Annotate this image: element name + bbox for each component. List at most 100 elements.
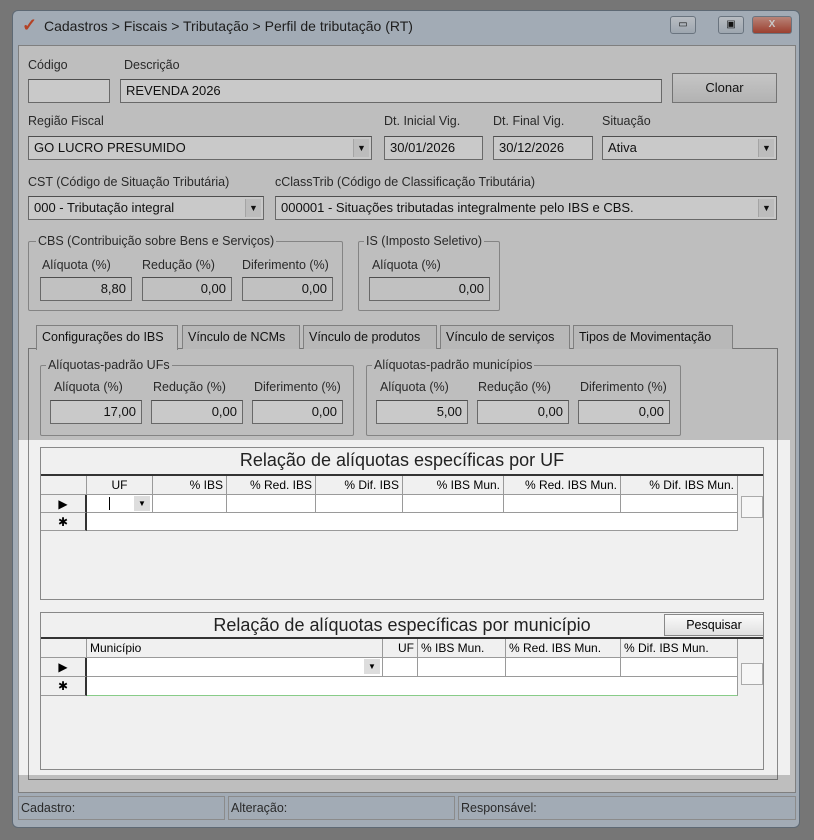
grid-cell[interactable] <box>227 495 316 513</box>
situacao-select[interactable]: Ativa ▼ <box>602 136 777 160</box>
new-row-marker[interactable]: ✱ <box>41 513 87 531</box>
chevron-down-icon[interactable]: ▼ <box>758 139 774 157</box>
grid-cell[interactable] <box>316 495 403 513</box>
new-row[interactable] <box>87 513 738 531</box>
cbs-aliquota-label: Alíquota (%) <box>42 258 111 272</box>
uf-cell-editing[interactable]: ▼ <box>87 495 153 513</box>
tab-vinculo-produtos[interactable]: Vínculo de produtos <box>303 325 437 349</box>
grid-cell[interactable] <box>504 495 621 513</box>
dt-inicial-input[interactable]: 30/01/2026 <box>384 136 483 160</box>
cbs-reducao-input[interactable]: 0,00 <box>142 277 232 301</box>
new-row-marker[interactable]: ✱ <box>41 677 87 696</box>
status-cadastro: Cadastro: <box>18 796 225 820</box>
cclass-label: cClassTrib (Código de Classificação Trib… <box>275 175 536 189</box>
status-responsavel: Responsável: <box>458 796 796 820</box>
dt-final-input[interactable]: 30/12/2026 <box>493 136 593 160</box>
is-aliquota-input[interactable]: 0,00 <box>369 277 490 301</box>
col-red-ibs-mun[interactable]: % Red. IBS Mun. <box>504 476 621 495</box>
pesquisar-button[interactable]: Pesquisar <box>664 614 764 636</box>
tab-tipos-movimentacao[interactable]: Tipos de Movimentação <box>573 325 733 349</box>
mun-diferimento-input[interactable]: 0,00 <box>578 400 670 424</box>
mun-diferimento-label: Diferimento (%) <box>580 380 667 394</box>
col-dif-ibs-mun[interactable]: % Dif. IBS Mun. <box>621 639 738 658</box>
col-ibs-mun[interactable]: % IBS Mun. <box>403 476 504 495</box>
chevron-down-icon[interactable]: ▼ <box>245 199 261 217</box>
grid-cell[interactable] <box>621 495 738 513</box>
ufs-diferimento-input[interactable]: 0,00 <box>252 400 343 424</box>
chevron-down-icon[interactable]: ▼ <box>134 496 150 511</box>
status-alteracao: Alteração: <box>228 796 455 820</box>
descricao-input[interactable]: REVENDA 2026 <box>120 79 662 103</box>
chevron-down-icon[interactable]: ▼ <box>364 659 380 674</box>
ufs-aliquota-label: Alíquota (%) <box>54 380 123 394</box>
dt-inicial-label: Dt. Inicial Vig. <box>384 114 461 128</box>
is-aliquota-label: Alíquota (%) <box>372 258 441 272</box>
row-header-corner <box>41 476 87 495</box>
tab-vinculo-servicos[interactable]: Vínculo de serviços <box>440 325 570 349</box>
ufs-aliquota-input[interactable]: 17,00 <box>50 400 142 424</box>
situacao-value: Ativa <box>608 140 637 155</box>
ufs-diferimento-label: Diferimento (%) <box>254 380 341 394</box>
municipio-grid-title: Relação de alíquotas específicas por mun… <box>41 615 763 639</box>
regiao-value: GO LUCRO PRESUMIDO <box>34 140 186 155</box>
col-ibs[interactable]: % IBS <box>153 476 227 495</box>
clonar-button[interactable]: Clonar <box>672 73 777 103</box>
cst-select[interactable]: 000 - Tributação integral ▼ <box>28 196 264 220</box>
mun-aliquota-input[interactable]: 5,00 <box>376 400 468 424</box>
current-row-marker[interactable]: ▶ <box>41 658 87 677</box>
col-red-ibs[interactable]: % Red. IBS <box>227 476 316 495</box>
regiao-label: Região Fiscal <box>28 114 104 128</box>
municipio-cell[interactable]: ▼ <box>87 658 383 677</box>
cclass-select[interactable]: 000001 - Situações tributadas integralme… <box>275 196 777 220</box>
scrollbar-thumb[interactable] <box>741 663 763 685</box>
window-title: Cadastros > Fiscais > Tributação > Perfi… <box>44 18 413 34</box>
col-uf[interactable]: UF <box>87 476 153 495</box>
chevron-down-icon[interactable]: ▼ <box>758 199 774 217</box>
text-cursor <box>109 497 110 510</box>
mun-reducao-label: Redução (%) <box>478 380 551 394</box>
scrollbar-thumb[interactable] <box>741 496 763 518</box>
codigo-label: Código <box>28 58 68 72</box>
col-dif-ibs-mun[interactable]: % Dif. IBS Mun. <box>621 476 738 495</box>
minimize-button[interactable]: ▭ <box>670 16 696 34</box>
descricao-label: Descrição <box>124 58 180 72</box>
app-logo-icon: ✓ <box>22 15 38 35</box>
cbs-reducao-label: Redução (%) <box>142 258 215 272</box>
cst-value: 000 - Tributação integral <box>34 200 175 215</box>
cclass-value: 000001 - Situações tributadas integralme… <box>281 200 634 215</box>
cbs-aliquota-input[interactable]: 8,80 <box>40 277 132 301</box>
cst-label: CST (Código de Situação Tributária) <box>28 175 230 189</box>
current-row-marker[interactable]: ▶ <box>41 495 87 513</box>
mun-aliquota-label: Alíquota (%) <box>380 380 449 394</box>
close-button[interactable]: X <box>752 16 792 34</box>
dt-final-label: Dt. Final Vig. <box>493 114 565 128</box>
uf-grid: Relação de alíquotas específicas por UF … <box>40 447 764 600</box>
new-row[interactable] <box>87 677 738 696</box>
codigo-input[interactable] <box>28 79 110 103</box>
grid-cell[interactable] <box>383 658 418 677</box>
ufs-reducao-label: Redução (%) <box>153 380 226 394</box>
situacao-label: Situação <box>602 114 651 128</box>
mun-reducao-input[interactable]: 0,00 <box>477 400 569 424</box>
regiao-select[interactable]: GO LUCRO PRESUMIDO ▼ <box>28 136 372 160</box>
col-municipio[interactable]: Município <box>87 639 383 658</box>
grid-cell[interactable] <box>621 658 738 677</box>
col-uf[interactable]: UF <box>383 639 418 658</box>
tab-vinculo-ncms[interactable]: Vínculo de NCMs <box>182 325 300 349</box>
uf-grid-title: Relação de alíquotas específicas por UF <box>41 450 763 476</box>
row-header-corner <box>41 639 87 658</box>
ufs-reducao-input[interactable]: 0,00 <box>151 400 243 424</box>
grid-cell[interactable] <box>418 658 506 677</box>
cbs-diferimento-label: Diferimento (%) <box>242 258 329 272</box>
municipio-grid: Relação de alíquotas específicas por mun… <box>40 612 764 770</box>
maximize-button[interactable]: ▣ <box>718 16 744 34</box>
col-red-ibs-mun[interactable]: % Red. IBS Mun. <box>506 639 621 658</box>
col-dif-ibs[interactable]: % Dif. IBS <box>316 476 403 495</box>
col-ibs-mun[interactable]: % IBS Mun. <box>418 639 506 658</box>
grid-cell[interactable] <box>403 495 504 513</box>
tab-configuracoes-ibs[interactable]: Configurações do IBS <box>36 325 178 350</box>
chevron-down-icon[interactable]: ▼ <box>353 139 369 157</box>
grid-cell[interactable] <box>506 658 621 677</box>
cbs-diferimento-input[interactable]: 0,00 <box>242 277 333 301</box>
grid-cell[interactable] <box>153 495 227 513</box>
